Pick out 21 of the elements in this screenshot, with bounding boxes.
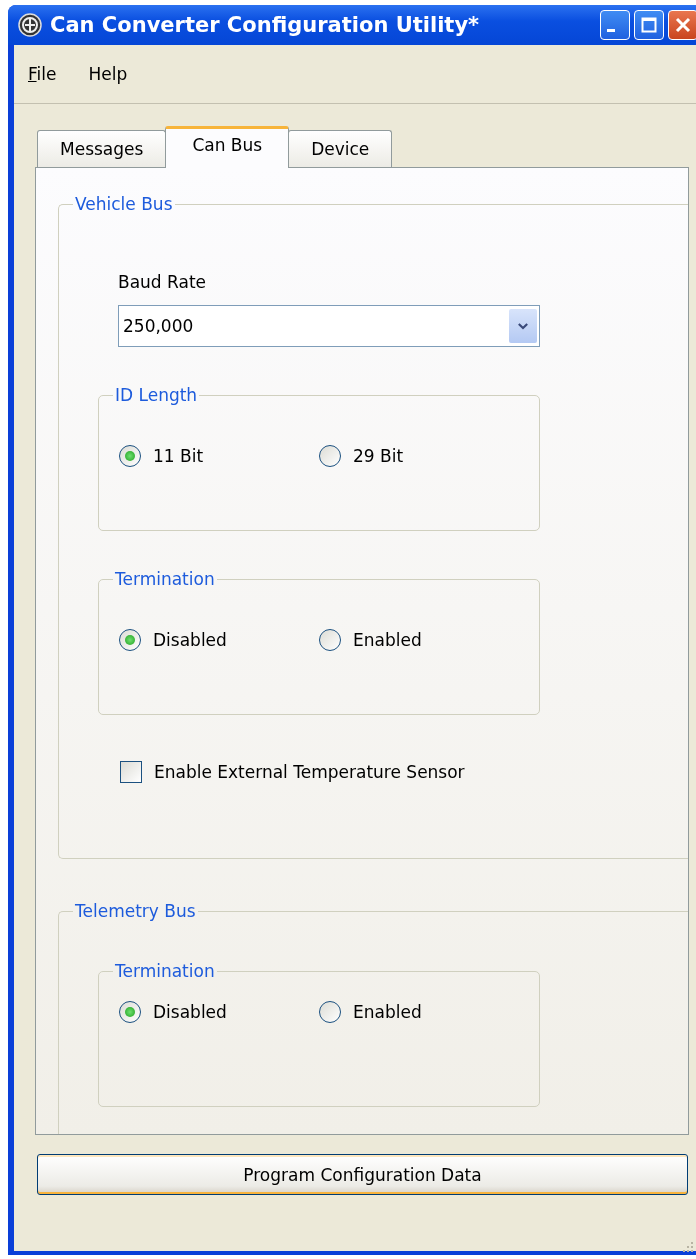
menu-item[interactable]: File <box>28 64 57 84</box>
group-title: ID Length <box>114 385 199 405</box>
program-button[interactable]: Program Configuration Data <box>37 1154 688 1195</box>
group-title: Telemetry Bus <box>74 901 197 921</box>
group-title: Termination <box>114 961 216 981</box>
tab[interactable]: Can Bus <box>165 126 290 168</box>
option-label: Enabled <box>353 630 422 650</box>
checkbox-label: Enable External Temperature Sensor <box>154 762 465 782</box>
tab[interactable]: Messages <box>37 130 167 167</box>
option-label: Enabled <box>353 1002 422 1022</box>
window-title: Can Converter Configuration Utility* <box>50 13 481 37</box>
option-label: Disabled <box>153 630 227 650</box>
baud-rate-dropdown[interactable]: 250,000 <box>118 305 540 347</box>
option-label: 11 Bit <box>153 446 204 466</box>
option-label: 29 Bit <box>353 446 404 466</box>
group-title: Vehicle Bus <box>74 194 174 214</box>
menu-item[interactable]: Help <box>88 64 128 84</box>
group-title: Termination <box>114 569 216 589</box>
tab[interactable]: Device <box>288 130 393 167</box>
option-label: Disabled <box>153 1002 227 1022</box>
field-label: Baud Rate <box>118 272 208 292</box>
